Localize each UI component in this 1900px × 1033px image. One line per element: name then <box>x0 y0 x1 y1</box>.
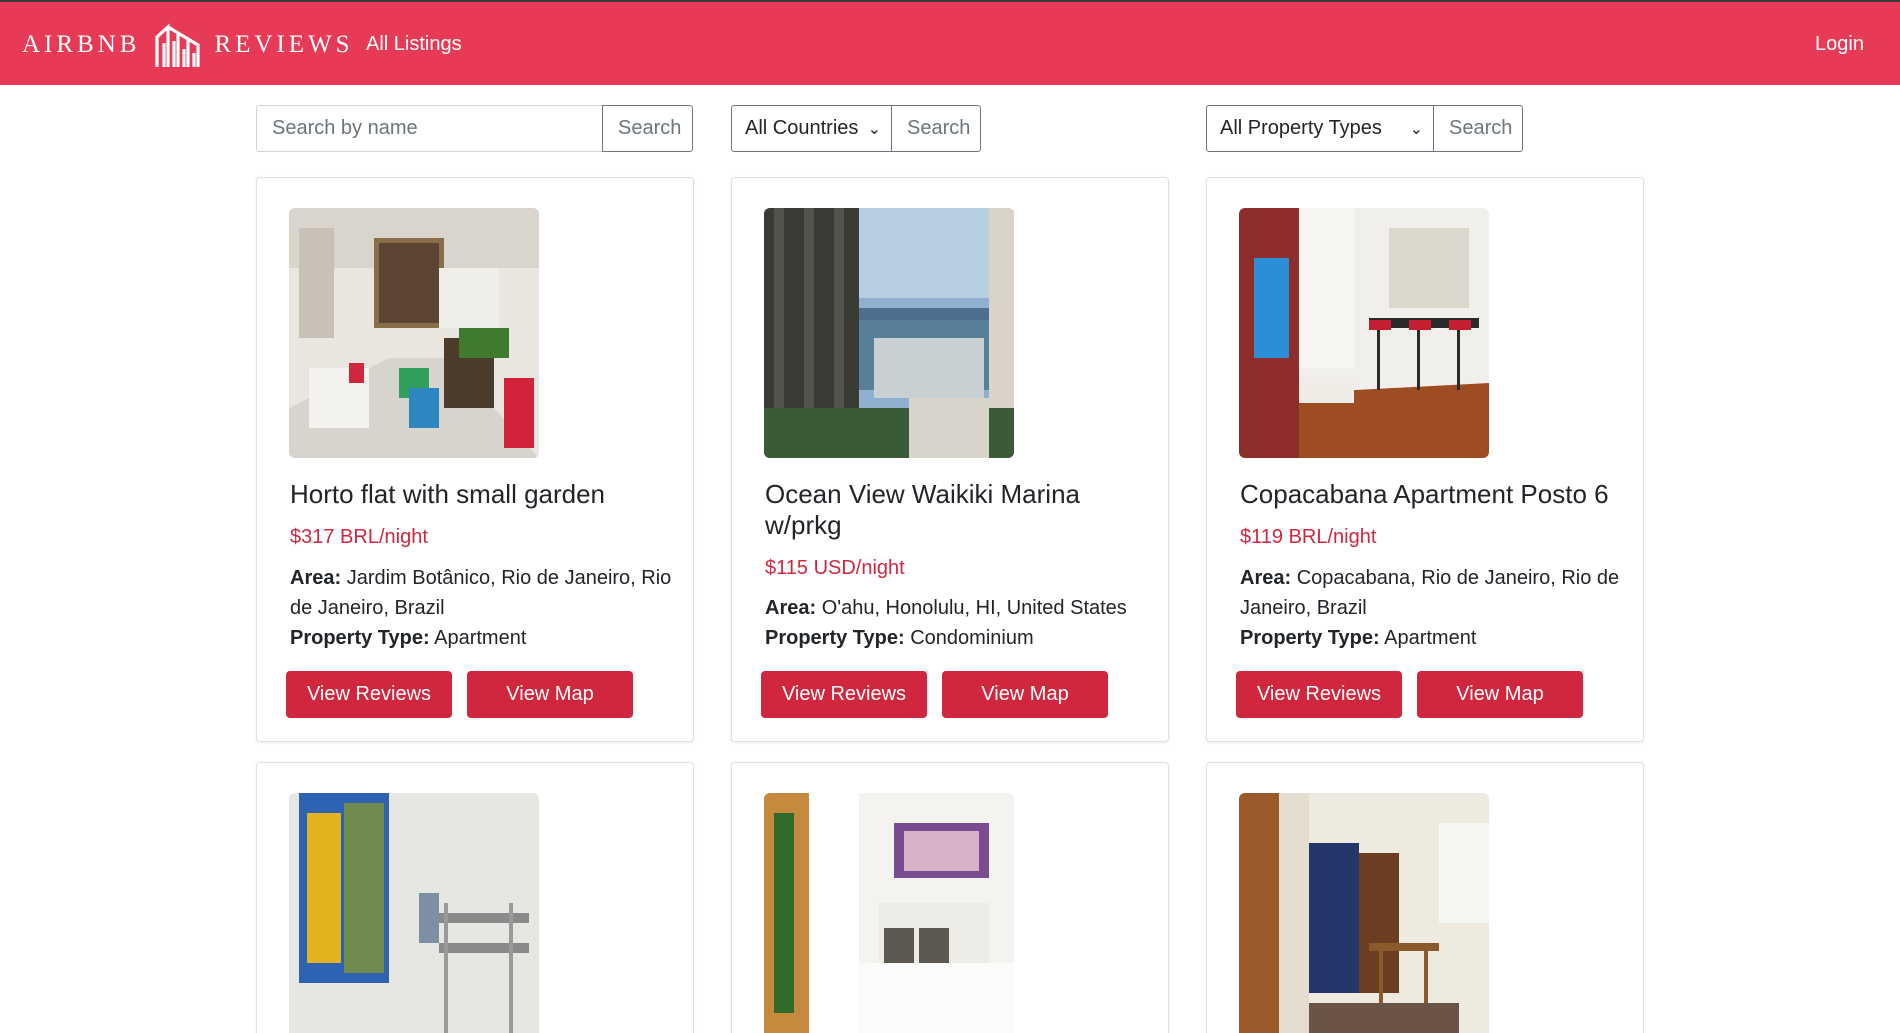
view-reviews-button[interactable]: View Reviews <box>286 671 452 718</box>
country-search-button[interactable]: Search <box>891 105 981 152</box>
listing-area: O'ahu, Honolulu, HI, United States <box>821 597 1127 619</box>
listing-details: Area: Copacabana, Rio de Janeiro, Rio de… <box>1240 563 1625 653</box>
listing-card: Horto flat with small garden $317 BRL/ni… <box>256 177 694 742</box>
top-navbar: AIRBNB REVIEWS All Listings Login <box>0 0 1900 85</box>
listing-photo <box>764 793 1014 1033</box>
area-label: Area: <box>1240 567 1292 589</box>
property-type-search-group: All Property Types ⌄ Search <box>1206 105 1523 152</box>
property-type-label: Property Type: <box>290 627 430 649</box>
area-label: Area: <box>765 597 817 619</box>
nav-all-listings-link[interactable]: All Listings <box>366 33 462 56</box>
listing-photo <box>1239 793 1489 1033</box>
view-map-button[interactable]: View Map <box>1417 671 1583 718</box>
nav-login-link[interactable]: Login <box>1815 33 1864 56</box>
listing-area: Jardim Botânico, Rio de Janeiro, Rio de … <box>290 567 672 619</box>
listing-price: $115 USD/night <box>765 557 905 579</box>
listing-area: Copacabana, Rio de Janeiro, Rio de Janei… <box>1240 567 1620 619</box>
listing-photo <box>289 208 539 458</box>
name-search-group: Search <box>256 105 693 152</box>
listing-details: Area: O'ahu, Honolulu, HI, United States… <box>765 593 1150 653</box>
brand-logo-link[interactable]: AIRBNB REVIEWS <box>22 22 354 68</box>
view-map-button[interactable]: View Map <box>467 671 633 718</box>
listing-title: Horto flat with small garden <box>290 479 606 509</box>
chevron-down-icon: ⌄ <box>867 120 881 138</box>
listing-card <box>731 762 1169 1033</box>
name-search-input[interactable] <box>256 105 603 152</box>
listing-photo <box>1239 208 1489 458</box>
brand-text-right: REVIEWS <box>214 31 354 58</box>
listing-photo <box>764 208 1014 458</box>
property-type-label: Property Type: <box>765 627 905 649</box>
listing-property-type: Condominium <box>910 627 1034 649</box>
listing-card: Copacabana Apartment Posto 6 $119 BRL/ni… <box>1206 177 1644 742</box>
property-type-select[interactable]: All Property Types ⌄ <box>1206 105 1434 152</box>
country-select[interactable]: All Countries ⌄ <box>731 105 892 152</box>
view-reviews-button[interactable]: View Reviews <box>1236 671 1402 718</box>
view-reviews-button[interactable]: View Reviews <box>761 671 927 718</box>
listing-property-type: Apartment <box>434 627 527 649</box>
chevron-down-icon: ⌄ <box>1409 120 1423 138</box>
area-label: Area: <box>290 567 342 589</box>
listing-title: Copacabana Apartment Posto 6 <box>1240 479 1609 509</box>
listing-property-type: Apartment <box>1384 627 1477 649</box>
brand-text-left: AIRBNB <box>22 31 141 58</box>
country-select-value: All Countries <box>745 117 859 139</box>
listing-price: $119 BRL/night <box>1240 526 1377 548</box>
listing-card <box>1206 762 1644 1033</box>
listing-title: Ocean View Waikiki Marina w/prkg <box>765 479 1080 540</box>
name-search-button[interactable]: Search <box>602 105 693 152</box>
property-type-search-button[interactable]: Search <box>1433 105 1523 152</box>
view-map-button[interactable]: View Map <box>942 671 1108 718</box>
listing-card <box>256 762 694 1033</box>
listing-price: $317 BRL/night <box>290 526 428 548</box>
listing-card: Ocean View Waikiki Marina w/prkg $115 US… <box>731 177 1169 742</box>
listing-photo <box>289 793 539 1033</box>
listing-details: Area: Jardim Botânico, Rio de Janeiro, R… <box>290 563 675 653</box>
property-type-label: Property Type: <box>1240 627 1380 649</box>
country-search-group: All Countries ⌄ Search <box>731 105 981 152</box>
property-type-select-value: All Property Types <box>1220 117 1382 139</box>
building-logo-icon <box>155 23 201 67</box>
